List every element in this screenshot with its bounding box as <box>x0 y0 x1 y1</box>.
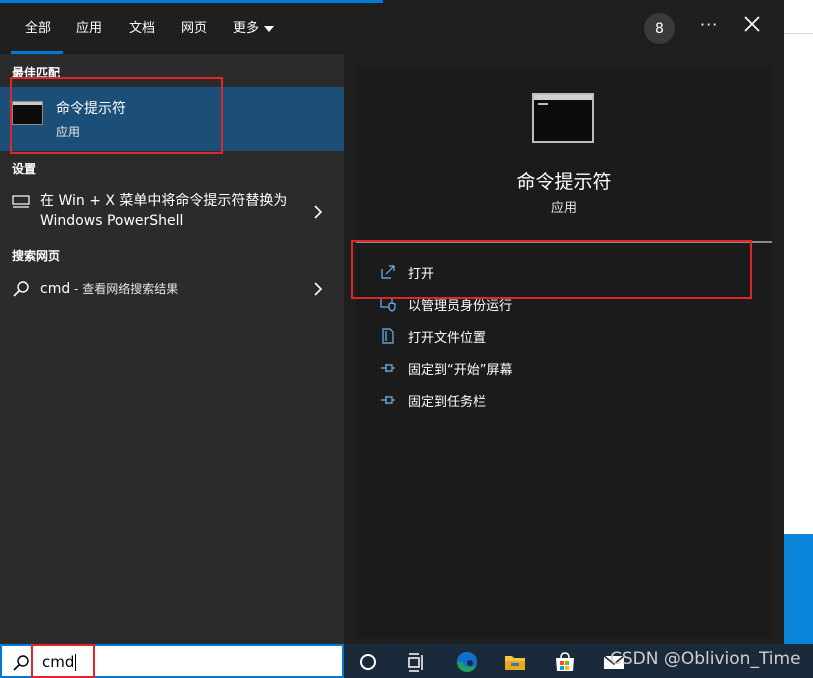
web-header: 搜索网页 <box>12 249 61 263</box>
search-icon <box>13 655 29 671</box>
command-prompt-icon <box>532 93 594 143</box>
action-pin-to-start[interactable]: 固定到“开始”屏幕 <box>356 354 772 382</box>
annotation-box-open <box>351 240 752 299</box>
setting-item-text: 在 Win + X 菜单中将命令提示符替换为 Windows PowerShel… <box>40 193 288 229</box>
web-search-suffix: - 查看网络搜索结果 <box>70 282 179 296</box>
task-view-icon[interactable] <box>404 650 428 674</box>
rewards-badge[interactable]: 8 <box>644 13 675 44</box>
preview-subtitle: 应用 <box>550 201 577 216</box>
file-location-icon <box>382 328 394 344</box>
chevron-down-icon <box>264 25 275 32</box>
monitor-icon <box>12 195 30 208</box>
file-explorer-icon[interactable] <box>503 650 527 674</box>
pin-icon <box>381 364 395 372</box>
tab-documents[interactable]: 文档 <box>129 17 155 36</box>
tab-web[interactable]: 网页 <box>181 17 207 36</box>
desktop-background <box>784 534 813 644</box>
action-pin-to-taskbar-label: 固定到任务栏 <box>408 395 487 410</box>
cortana-icon[interactable] <box>356 650 380 674</box>
web-search-query: cmd <box>40 281 71 297</box>
settings-header: 设置 <box>12 162 37 176</box>
action-pin-to-start-label: 固定到“开始”屏幕 <box>408 363 513 378</box>
pin-icon <box>381 396 395 404</box>
web-search-item[interactable]: cmd - 查看网络搜索结果 <box>0 276 344 304</box>
setting-item[interactable]: 在 Win + X 菜单中将命令提示符替换为 Windows PowerShel… <box>0 190 344 234</box>
store-icon[interactable] <box>553 650 577 674</box>
tab-all[interactable]: 全部 <box>25 17 51 36</box>
edge-icon[interactable] <box>455 650 479 674</box>
filter-tabs: 全部 应用 文档 网页 更多 8 ··· <box>0 3 784 54</box>
tab-more[interactable]: 更多 <box>233 17 275 36</box>
preview-title: 命令提示符 <box>516 171 612 193</box>
annotation-box-search <box>31 644 95 678</box>
preview-pane: 命令提示符 应用 打开 以管理员身份运行 打开文件位置 固定到“开始”屏幕 固定… <box>356 67 772 638</box>
ellipsis-icon[interactable]: ··· <box>700 15 718 34</box>
chevron-right-icon <box>314 205 323 219</box>
web-search-text: cmd - 查看网络搜索结果 <box>40 280 178 297</box>
annotation-box-best-match <box>10 77 223 154</box>
watermark: CSDN @Oblivion_Time <box>610 649 801 669</box>
action-open-file-location-label: 打开文件位置 <box>408 331 487 346</box>
action-open-file-location[interactable]: 打开文件位置 <box>356 322 772 350</box>
action-pin-to-taskbar[interactable]: 固定到任务栏 <box>356 386 772 414</box>
close-icon[interactable] <box>743 15 761 33</box>
search-icon <box>13 281 29 297</box>
tab-apps[interactable]: 应用 <box>76 17 102 36</box>
background-window <box>784 0 813 534</box>
tab-more-label: 更多 <box>233 21 260 36</box>
chevron-right-icon <box>314 282 323 296</box>
